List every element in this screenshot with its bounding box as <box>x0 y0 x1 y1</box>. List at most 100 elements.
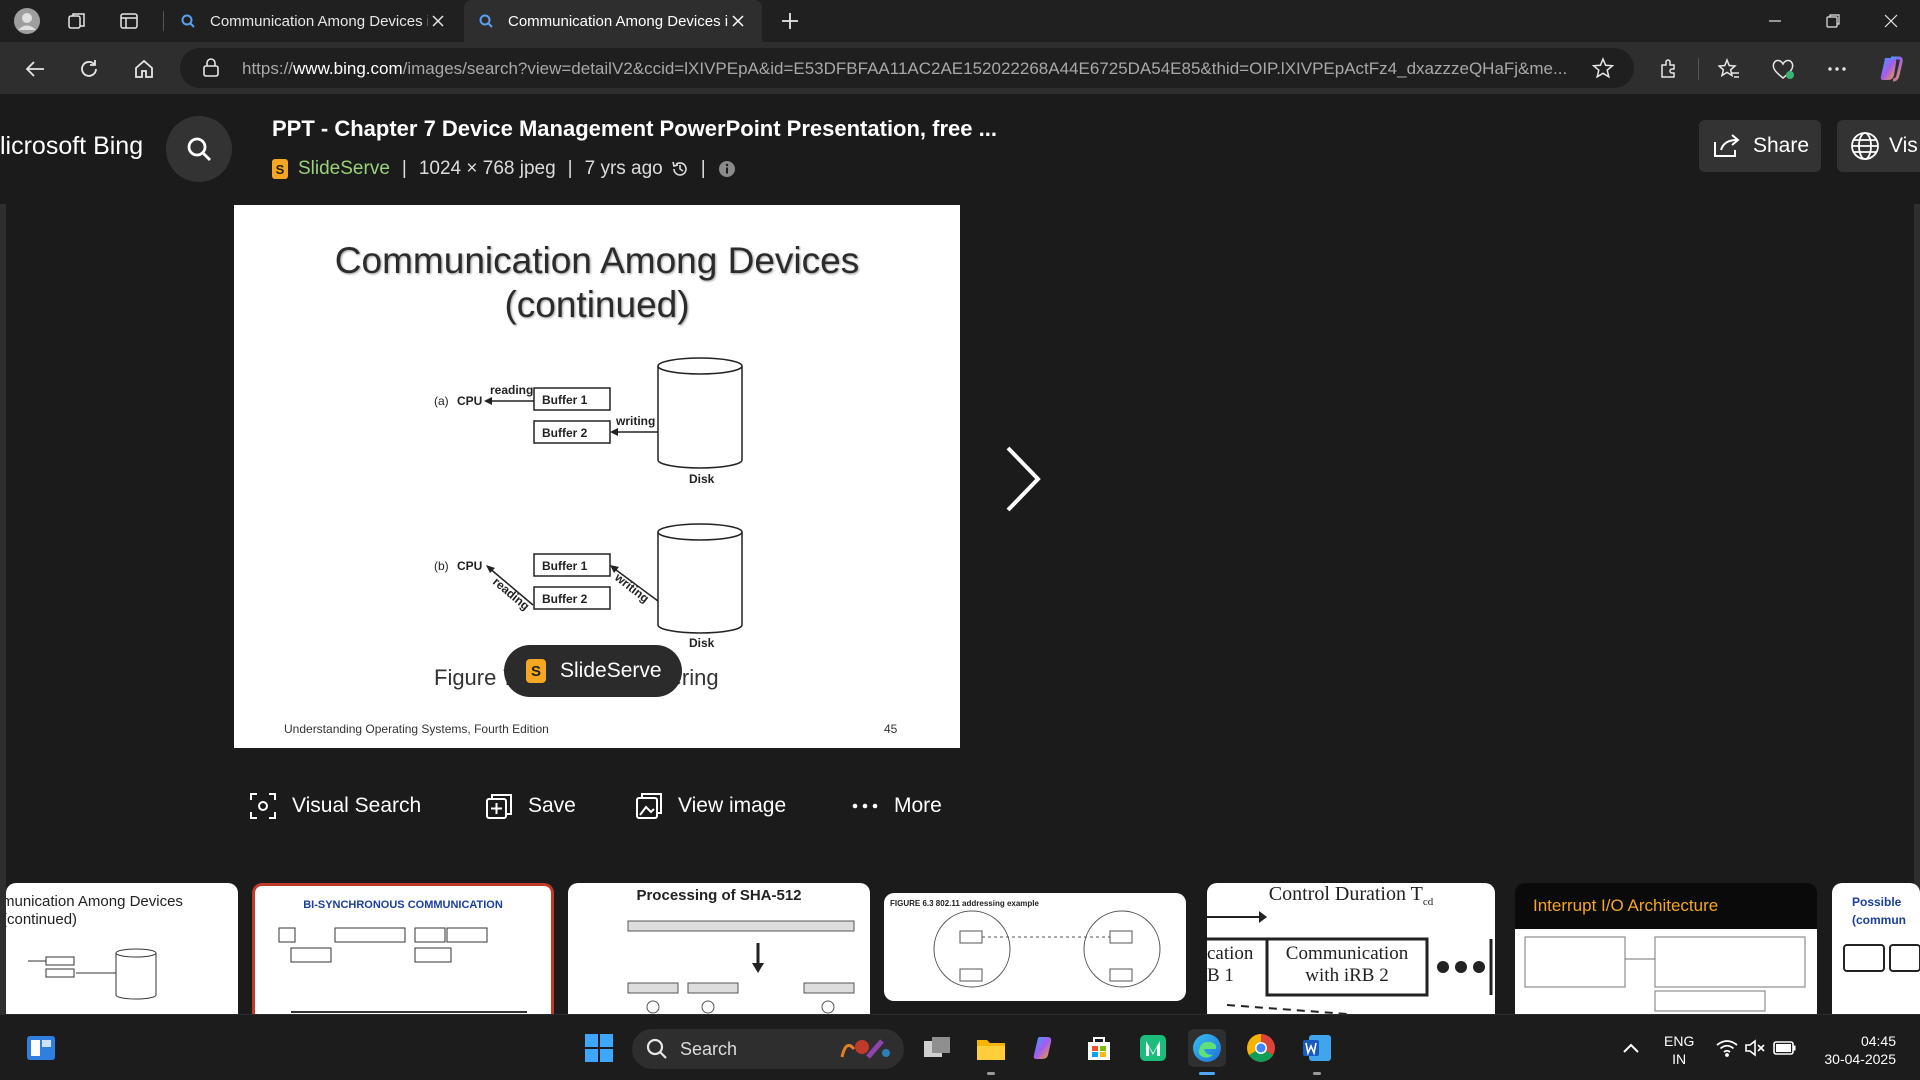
file-explorer-icon[interactable] <box>972 1029 1010 1075</box>
show-hidden-icons-chevron-icon[interactable] <box>1612 1029 1650 1067</box>
refresh-icon[interactable] <box>72 52 106 86</box>
globe-icon <box>1851 132 1879 160</box>
buffer1-label-b: Buffer 1 <box>542 559 588 573</box>
favorites-icon[interactable] <box>1712 52 1746 86</box>
search-icon <box>646 1038 667 1059</box>
disk-cylinder-b <box>657 532 743 634</box>
image-title[interactable]: PPT - Chapter 7 Device Management PowerP… <box>272 116 997 142</box>
save-button[interactable]: Save <box>484 788 576 824</box>
related-thumbnail-diagram <box>28 948 157 1000</box>
vertical-tabs-icon[interactable] <box>114 6 144 36</box>
bing-search-favicon-icon <box>181 14 195 28</box>
system-clock[interactable]: 04:45 30-04-2025 <box>1806 1032 1896 1068</box>
view-image-icon <box>636 793 662 819</box>
search-icon <box>187 137 211 161</box>
view-image-button[interactable]: View image <box>634 788 786 824</box>
more-menu-icon[interactable] <box>1820 52 1854 86</box>
task-view-icon[interactable] <box>918 1029 956 1067</box>
slideserve-logo-icon: S <box>272 159 288 179</box>
restore-icon[interactable] <box>1804 0 1862 42</box>
related-image-card[interactable]: FIGURE 6.3 802.11 addressing example <box>884 893 1186 1001</box>
writing-label-a: writing <box>615 414 655 428</box>
close-window-icon[interactable] <box>1862 0 1920 42</box>
language-indicator[interactable]: ENG IN <box>1664 1032 1694 1068</box>
more-button[interactable]: More <box>850 788 942 824</box>
visual-search-button[interactable]: Visual Search <box>248 788 421 824</box>
profile-avatar-icon[interactable] <box>12 6 42 36</box>
related-thumbnail-diagram <box>627 920 855 1014</box>
slideserve-logo-icon: S <box>526 659 546 683</box>
widgets-icon[interactable] <box>22 1029 60 1067</box>
browser-toolbar: https://www.bing.com/images/search?view=… <box>0 42 1920 94</box>
main-image-slide[interactable]: Communication Among Devices (continued) … <box>234 205 960 748</box>
related-image-card[interactable]: Possible (commun <box>1832 883 1920 1014</box>
related-thumbnail-diagram <box>1843 944 1920 972</box>
share-button[interactable]: Share <box>1699 120 1821 172</box>
info-icon[interactable] <box>718 160 736 178</box>
extensions-icon[interactable] <box>1652 52 1686 86</box>
tab-close-icon[interactable] <box>728 11 748 31</box>
related-image-card[interactable]: Processing of SHA-512 <box>568 883 870 1014</box>
chrome-icon[interactable] <box>1242 1029 1280 1067</box>
home-icon[interactable] <box>127 52 161 86</box>
slide-footer: Understanding Operating Systems, Fourth … <box>284 722 549 736</box>
start-windows-icon[interactable] <box>580 1029 618 1067</box>
visual-search-icon <box>250 793 276 819</box>
tab-inactive[interactable]: Communication Among Devices i <box>166 0 462 42</box>
lock-icon[interactable] <box>202 58 220 83</box>
history-icon[interactable] <box>671 160 689 178</box>
search-highlight-icon <box>840 1039 890 1059</box>
tab-title: Communication Among Devices i <box>210 12 428 30</box>
save-collection-icon <box>486 794 512 819</box>
share-icon <box>1714 134 1740 157</box>
visit-site-button[interactable]: Vis <box>1837 120 1920 172</box>
buffer2-label-b: Buffer 2 <box>542 592 588 606</box>
disk-label-b: Disk <box>689 636 715 650</box>
browser-essentials-icon[interactable] <box>1766 52 1800 86</box>
bing-logo-text[interactable]: licrosoft Bing <box>0 132 143 161</box>
related-image-card[interactable]: Control Duration Tcd cation B 1 Communic… <box>1207 883 1495 1014</box>
related-image-card[interactable]: munication Among Devices (continued) <box>6 883 238 1014</box>
copilot-app-icon[interactable] <box>1026 1029 1064 1067</box>
green-app-icon[interactable] <box>1134 1029 1172 1067</box>
favorite-star-icon[interactable] <box>1591 57 1615 84</box>
tab-active[interactable]: Communication Among Devices i <box>464 0 762 42</box>
related-image-card[interactable]: BI-SYNCHRONOUS COMMUNICATION <box>252 883 554 1014</box>
search-button[interactable] <box>166 116 232 182</box>
bing-search-favicon-icon <box>479 14 493 28</box>
reading-label-a: reading <box>490 383 533 397</box>
new-tab-icon[interactable] <box>775 6 805 36</box>
taskbar-search-box[interactable]: Search <box>632 1029 904 1069</box>
address-bar[interactable]: https://www.bing.com/images/search?view=… <box>180 48 1634 88</box>
related-thumbnail-diagram <box>1524 936 1806 1012</box>
related-thumbnail-diagram <box>933 910 1161 988</box>
url-text[interactable]: https://www.bing.com/images/search?view=… <box>242 59 1582 79</box>
microsoft-store-icon[interactable] <box>1080 1029 1118 1067</box>
cpu-label-a: CPU <box>457 394 482 408</box>
workspaces-icon[interactable] <box>62 6 92 36</box>
related-thumbnail-diagram <box>278 927 527 1013</box>
tab-title: Communication Among Devices i <box>508 12 728 30</box>
edge-browser-icon[interactable] <box>1188 1029 1226 1075</box>
part-a-label: (a) <box>434 394 449 408</box>
tab-close-icon[interactable] <box>428 11 448 31</box>
windows-taskbar: Search ENG IN 04:45 30-04-2025 <box>0 1014 1920 1080</box>
copilot-icon[interactable] <box>1874 52 1908 86</box>
cpu-label-b: CPU <box>457 559 482 573</box>
page-content: licrosoft Bing PPT - Chapter 7 Device Ma… <box>0 94 1920 1014</box>
minimize-icon[interactable] <box>1746 0 1804 42</box>
writing-label-b: writing <box>611 570 651 606</box>
reading-label-b: reading <box>490 575 532 614</box>
source-pill[interactable]: S SlideServe <box>504 645 682 697</box>
source-link[interactable]: SlideServe <box>298 158 390 180</box>
image-dimensions: 1024 × 768 jpeg <box>418 158 556 179</box>
battery-icon[interactable] <box>1766 1029 1804 1067</box>
image-age: 7 yrs ago <box>584 158 663 179</box>
slide-page-number: 45 <box>884 722 898 736</box>
back-icon[interactable] <box>18 52 52 86</box>
word-icon[interactable] <box>1298 1029 1336 1075</box>
next-image-arrow-icon[interactable] <box>992 439 1052 519</box>
related-image-card[interactable]: Interrupt I/O Architecture <box>1515 883 1817 1014</box>
browser-tab-bar: Communication Among Devices i Communicat… <box>0 0 1920 42</box>
buffer1-label-a: Buffer 1 <box>542 393 588 407</box>
